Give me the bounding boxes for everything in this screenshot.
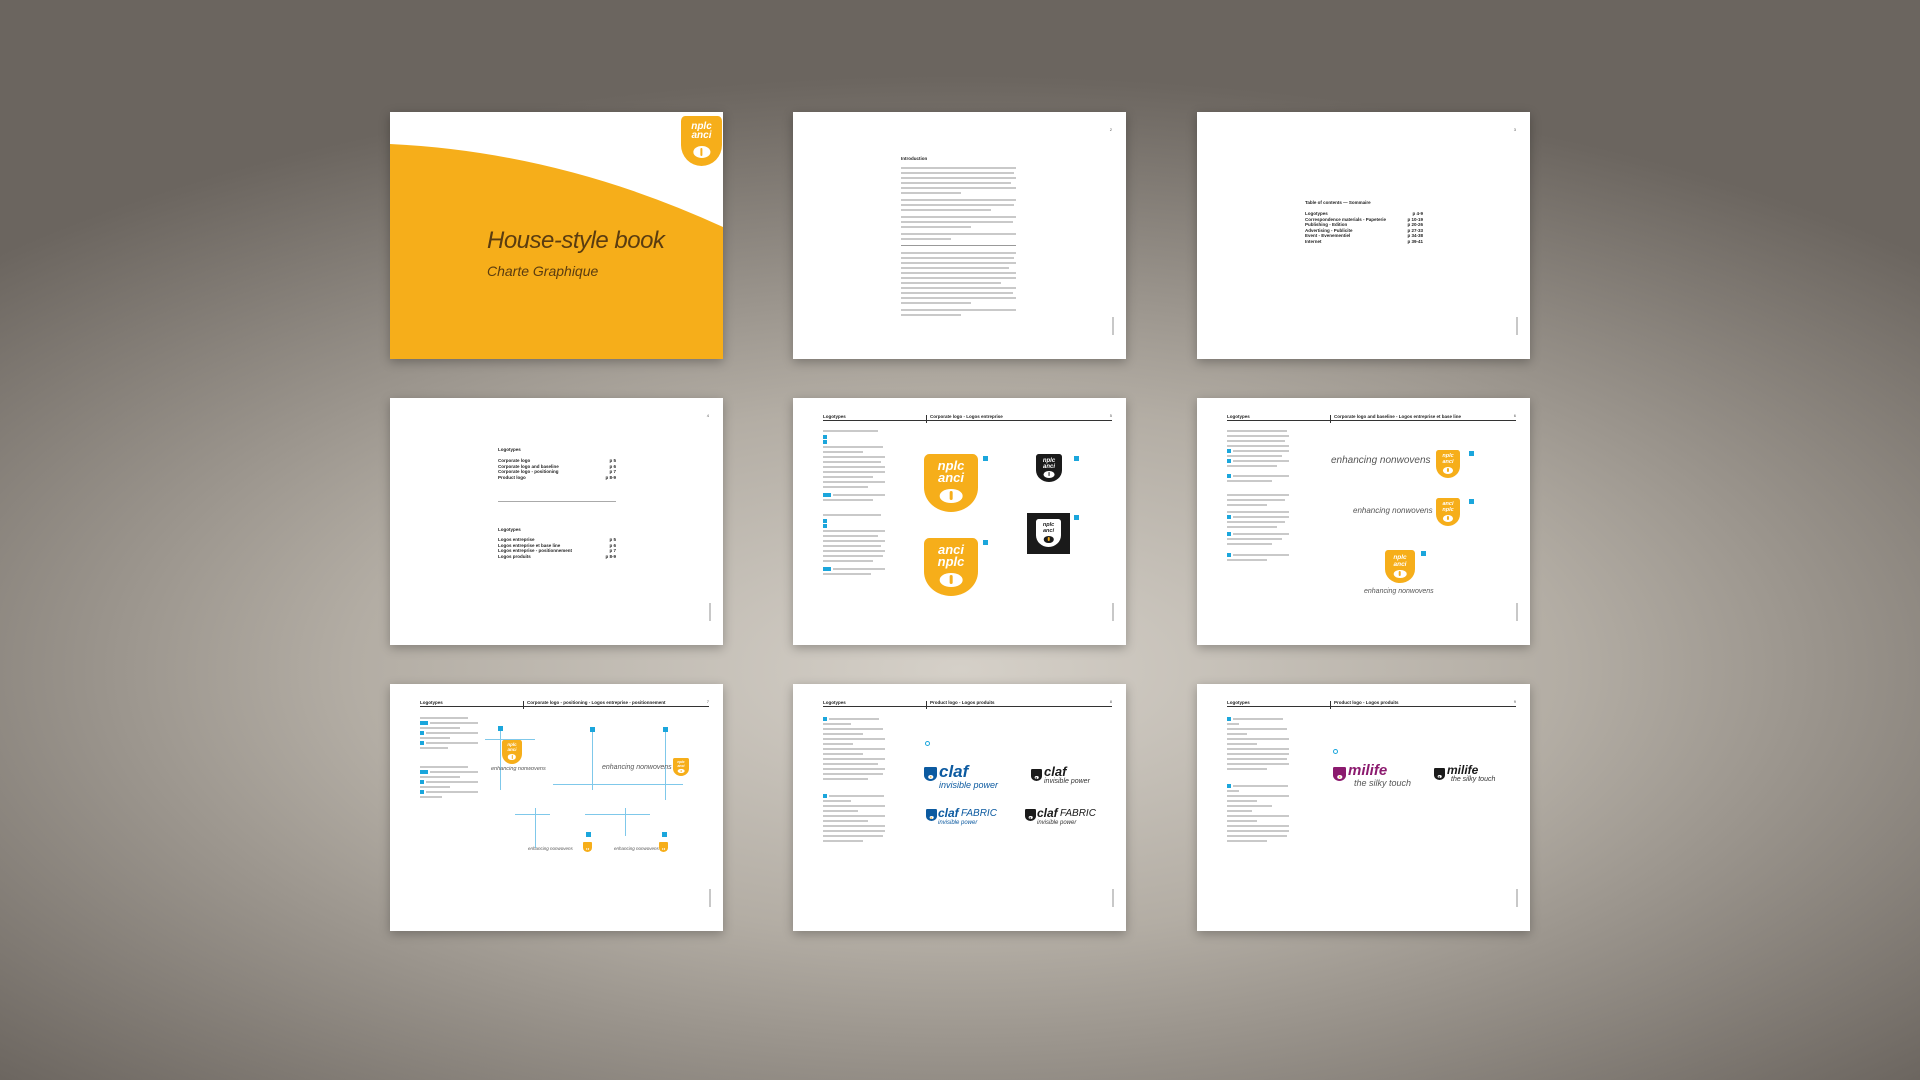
toc-list: Logotypes p 4-9 Correspondence materials…: [1305, 211, 1423, 244]
intro-heading: Introduction: [901, 156, 928, 161]
list-item[interactable]: Product logo p 8-9: [498, 475, 616, 481]
header-right: Product logo - Logos produits: [930, 700, 995, 705]
marker: [925, 741, 930, 746]
tagline-position-a: enhancing nonwovens: [491, 766, 546, 772]
tagline-position-c: enhancing nonwovens: [528, 846, 573, 851]
header-right: Corporate logo - Logos entreprise: [930, 414, 1003, 419]
cover-title: House-style book: [487, 227, 665, 254]
header-rule: [1227, 706, 1516, 707]
logo-nplc-anci: nplc anci: [924, 454, 978, 512]
page-number: 5: [1109, 413, 1112, 418]
page-number: 4: [706, 413, 709, 418]
logo-mono-boxed: nplc anci: [1027, 513, 1070, 554]
logo-mono-small: nplc anci: [1036, 454, 1062, 482]
corporate-logo-page: Logotypes Corporate logo - Logos entrepr…: [793, 398, 1126, 645]
logo-baseline-c: nplc anci: [1385, 550, 1415, 583]
logo-position-c: [583, 842, 592, 852]
logotypes-divider: [498, 501, 616, 502]
intro-page: 2 Introduction: [793, 112, 1126, 359]
header-right: Corporate logo - positioning - Logos ent…: [527, 700, 666, 705]
marker: [1074, 456, 1079, 461]
cover-page: nplc anci House-style book Charte Graphi…: [390, 112, 723, 359]
margin-mark: [1112, 603, 1114, 621]
tagline-b: enhancing nonwovens: [1353, 506, 1433, 515]
positioning-page: Logotypes Corporate logo - positioning -…: [390, 684, 723, 931]
marker: [1074, 515, 1079, 520]
product-logo-claf-page: Logotypes Product logo - Logos produits …: [793, 684, 1126, 931]
marker: [586, 832, 591, 837]
header-rule: [1227, 420, 1516, 421]
tagline-a: enhancing nonwovens: [1331, 455, 1431, 466]
product-logo-milife-page: Logotypes Product logo - Logos produits …: [1197, 684, 1530, 931]
header-right: Corporate logo and baseline - Logos entr…: [1334, 414, 1462, 419]
tagline-c: enhancing nonwovens: [1364, 588, 1434, 595]
marker: [1333, 749, 1338, 754]
page-number: 6: [1513, 413, 1516, 418]
logo-position-d: [659, 842, 668, 852]
header-divider: [523, 701, 524, 709]
toc-page: 3 Table of contents — Sommaire Logotypes…: [1197, 112, 1530, 359]
margin-mark: [1516, 317, 1518, 335]
page-number: 7: [706, 699, 709, 704]
logo-position-a: nplc anci: [502, 740, 522, 764]
logotypes-list-en: Corporate logo p 5 Corporate logo and ba…: [498, 458, 616, 480]
margin-mark: [1516, 889, 1518, 907]
marker: [662, 832, 667, 837]
page-number: 9: [1513, 699, 1516, 704]
page-number: 8: [1109, 699, 1112, 704]
header-right: Product logo - Logos produits: [1334, 700, 1399, 705]
header-rule: [823, 420, 1112, 421]
header-left: Logotypes: [1227, 700, 1250, 705]
toc-heading: Table of contents — Sommaire: [1305, 200, 1371, 205]
logotypes-index-page: 4 Logotypes Corporate logo p 5 Corporate…: [390, 398, 723, 645]
header-divider: [926, 415, 927, 423]
marker: [1469, 499, 1474, 504]
margin-mark: [1516, 603, 1518, 621]
list-item[interactable]: Logos produits p 8-9: [498, 554, 616, 560]
header-left: Logotypes: [1227, 414, 1250, 419]
logo-baseline-a: nplc anci: [1436, 450, 1460, 478]
tagline-position-b: enhancing nonwovens: [602, 764, 672, 771]
header-left: Logotypes: [420, 700, 443, 705]
cover-logo-mark: [692, 146, 711, 158]
page-number: 3: [1513, 127, 1516, 132]
logotypes-heading-en: Logotypes: [498, 447, 521, 452]
tagline-position-d: enhancing nonwovens: [614, 846, 659, 851]
baseline-page: Logotypes Corporate logo and baseline - …: [1197, 398, 1530, 645]
cover-logo: nplc anci: [681, 116, 722, 166]
header-divider: [926, 701, 927, 709]
marker: [1469, 451, 1474, 456]
toc-item[interactable]: Internet p 39-41: [1305, 239, 1423, 245]
logotypes-heading-fr: Logotypes: [498, 527, 521, 532]
marker: [983, 540, 988, 545]
margin-mark: [709, 603, 711, 621]
margin-mark: [1112, 889, 1114, 907]
logo-anci-nplc: anci nplc: [924, 538, 978, 596]
header-rule: [823, 706, 1112, 707]
intro-divider: [901, 245, 1016, 246]
logotypes-list-fr: Logos entreprise p 5 Logos entreprise et…: [498, 537, 616, 559]
header-left: Logotypes: [823, 700, 846, 705]
page-number: 2: [1109, 127, 1112, 132]
marker: [983, 456, 988, 461]
header-divider: [1330, 415, 1331, 423]
logo-baseline-b: anci nplc: [1436, 498, 1460, 526]
logo-position-b: nplc anci: [673, 758, 689, 776]
marker: [1421, 551, 1426, 556]
header-rule: [420, 706, 709, 707]
margin-mark: [709, 889, 711, 907]
margin-mark: [1112, 317, 1114, 335]
cover-logo-bottom: anci: [691, 130, 712, 141]
header-divider: [1330, 701, 1331, 709]
cover-subtitle: Charte Graphique: [487, 263, 599, 279]
header-left: Logotypes: [823, 414, 846, 419]
